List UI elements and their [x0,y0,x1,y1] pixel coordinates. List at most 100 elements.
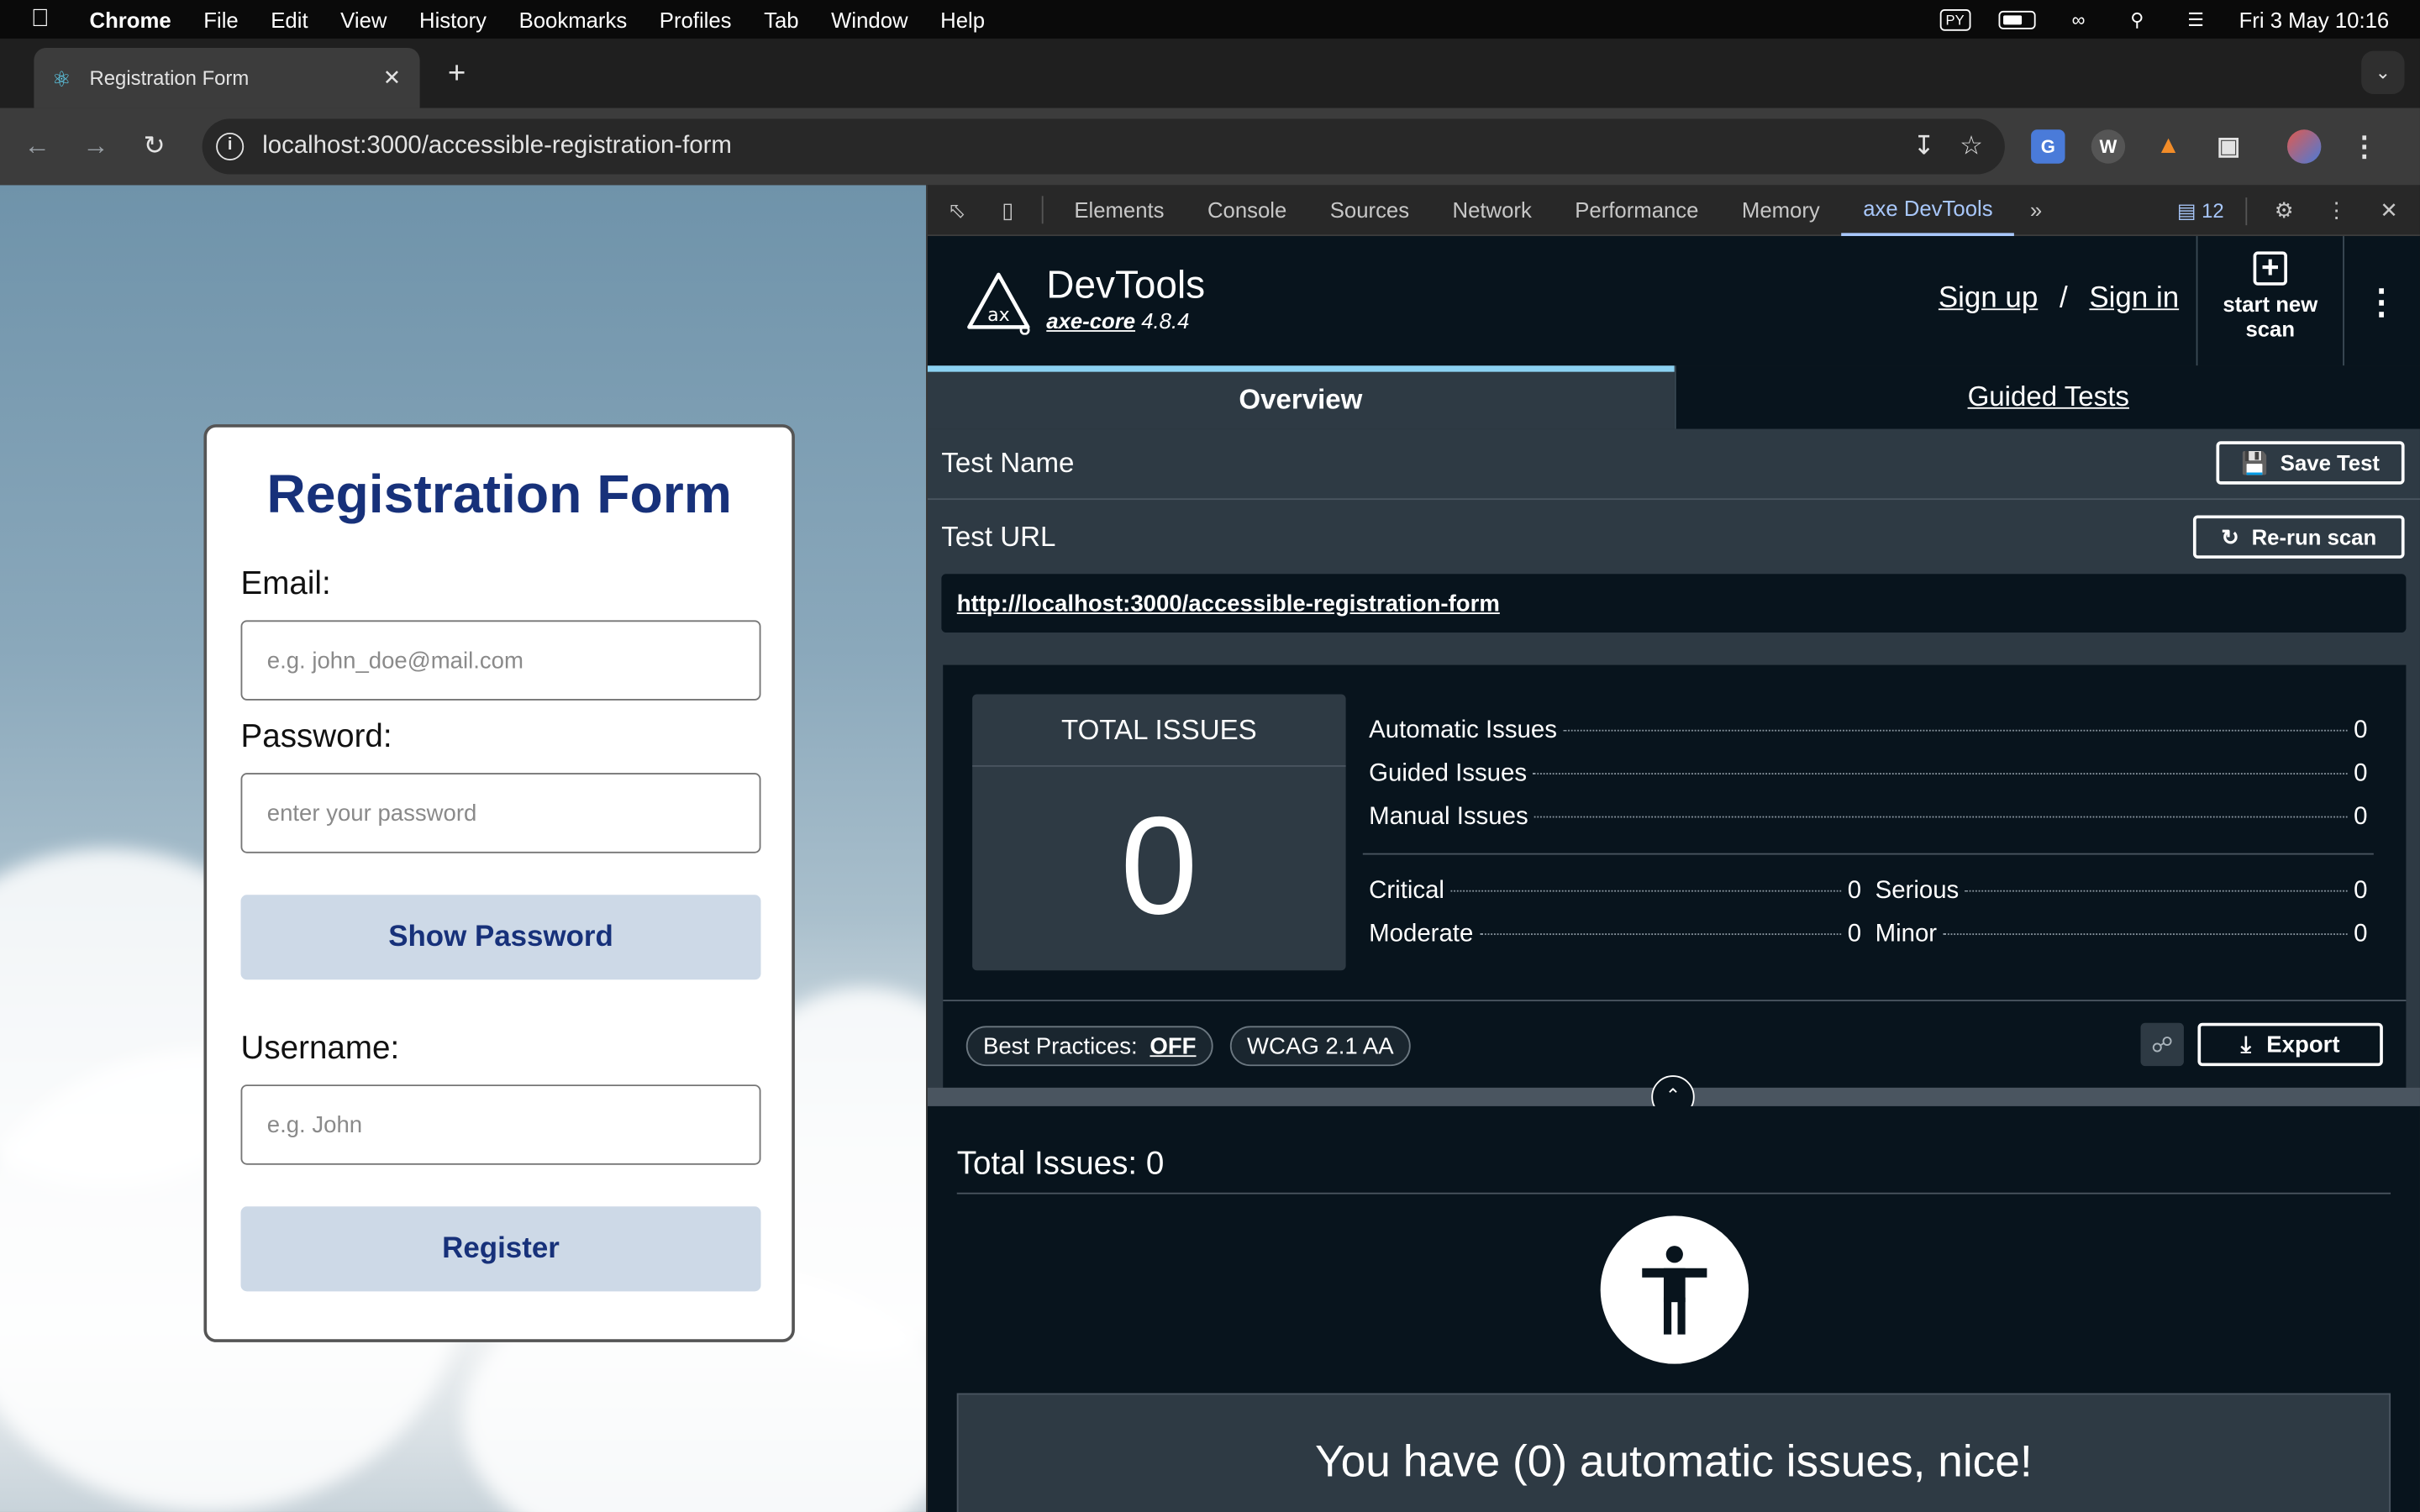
best-practices-toggle[interactable]: Best Practices: OFF [965,1026,1213,1067]
auth-separator: / [2059,282,2068,315]
email-field[interactable]: e.g. john_doe@mail.com [240,620,761,701]
tab-elements[interactable]: Elements [1053,185,1186,235]
tab-console[interactable]: Console [1186,185,1308,235]
add-scan-icon: + [2253,251,2287,286]
tab-overview[interactable]: Overview [927,365,1674,429]
sign-up-link[interactable]: Sign up [1939,282,2038,316]
username-label: Username: [240,1030,400,1067]
wappalyzer-icon[interactable]: W [2091,129,2126,164]
serious-row[interactable]: Serious 0 [1876,878,2368,906]
forward-arrow-icon[interactable]: → [72,123,118,170]
menubar-status-area: PY ∞ ⚲ ☰ Fri 3 May 10:16 [1939,0,2389,39]
issues-badge[interactable]: ▤ 12 [2177,198,2224,223]
extensions-puzzle-icon[interactable]: ▣ [2212,129,2245,163]
export-button[interactable]: ⤓ Export [2197,1022,2383,1067]
guided-issues-row[interactable]: Guided Issues 0 [1369,760,2367,788]
install-app-icon[interactable]: ↧ [1913,131,1935,162]
browser-tab-title: Registration Form [89,66,250,90]
site-info-icon[interactable]: i [216,132,245,161]
menu-edit[interactable]: Edit [271,7,308,31]
minor-value: 0 [2354,921,2368,948]
devtools-tab-bar: ⬁ ▯ Elements Console Sources Network Per… [927,185,2420,237]
no-issues-message: You have (0) automatic issues, nice! [1315,1437,2033,1488]
axe-menu-icon[interactable]: ⋮ [2363,282,2400,323]
axe-core-version: 4.8.4 [1141,308,1190,333]
spotlight-search-icon[interactable]: ⚲ [2122,8,2153,30]
moderate-row[interactable]: Moderate 0 [1369,921,1861,949]
critical-row[interactable]: Critical 0 [1369,878,1861,906]
menu-bookmarks[interactable]: Bookmarks [519,7,628,31]
start-new-scan-label: start new scan [2223,291,2318,341]
menu-file[interactable]: File [203,7,238,31]
sign-in-link[interactable]: Sign in [2089,282,2179,316]
inspect-element-icon[interactable]: ⬁ [941,194,972,225]
menu-view[interactable]: View [340,7,387,31]
settings-gear-icon[interactable]: ⚙ [2269,195,2300,226]
refresh-icon: ↻ [2221,523,2239,549]
menu-tab[interactable]: Tab [764,7,798,31]
back-arrow-icon[interactable]: ← [14,123,60,170]
tab-memory[interactable]: Memory [1720,185,1841,235]
test-url-link[interactable]: http://localhost:3000/accessible-registr… [957,591,1500,617]
total-issues-box: TOTAL ISSUES 0 [972,694,1346,971]
devtools-menu-icon[interactable]: ⋮ [2321,195,2352,226]
more-tabs-chevron-icon[interactable]: » [2021,194,2052,225]
tab-guided-tests[interactable]: Guided Tests [1673,365,2420,429]
device-toolbar-icon[interactable]: ▯ [992,194,1023,225]
tab-performance[interactable]: Performance [1554,185,1721,235]
browser-tab[interactable]: ⚛ Registration Form ✕ [34,47,420,108]
input-source-icon[interactable]: PY [1939,8,1970,30]
rerun-scan-button[interactable]: ↻ Re-run scan [2192,515,2405,559]
axe-version: axe-core 4.8.4 [1046,308,1189,333]
chrome-menu-icon[interactable]: ⋮ [2348,129,2381,163]
share-button[interactable]: ☍ [2140,1022,2184,1067]
serious-label: Serious [1875,878,1960,905]
apple-icon[interactable]:  [31,5,65,33]
profile-avatar[interactable] [2286,129,2322,164]
menu-chrome[interactable]: Chrome [90,7,171,31]
register-button[interactable]: Register [240,1206,761,1292]
start-new-scan-button[interactable]: + start new scan [2196,236,2344,366]
critical-value: 0 [1847,878,1862,905]
toolbar-divider [2245,197,2248,225]
new-tab-icon[interactable]: + [441,57,472,92]
menu-window[interactable]: Window [831,7,908,31]
registration-form: Registration Form Email: e.g. john_doe@m… [203,424,795,1342]
accessibility-person-icon [1600,1215,1749,1364]
automatic-issues-row[interactable]: Automatic Issues 0 [1369,717,2367,745]
automatic-issues-label: Automatic Issues [1369,717,1557,744]
lighthouse-icon[interactable]: ▲ [2151,129,2185,163]
webpage-viewport: Registration Form Email: e.g. john_doe@m… [0,185,927,1512]
address-bar-url[interactable]: localhost:3000/accessible-registration-f… [262,133,732,160]
tab-axe-devtools[interactable]: axe DevTools [1841,185,2015,236]
battery-icon[interactable] [1998,9,2036,29]
username-field[interactable]: e.g. John [240,1084,761,1165]
close-tab-icon[interactable]: ✕ [380,65,404,91]
tab-sources[interactable]: Sources [1308,185,1431,235]
axe-tabs: Overview Guided Tests [927,365,2420,429]
save-test-button[interactable]: 💾 Save Test [2216,441,2405,485]
reload-icon[interactable]: ↻ [131,123,177,170]
axe-core-link[interactable]: axe-core [1046,308,1135,333]
tab-search-chevron-icon[interactable]: ⌄ [2361,50,2405,95]
axe-header: ax DevTools axe-core 4.8.4 Sign up / Sig… [927,236,2420,366]
bookmark-star-icon[interactable]: ☆ [1960,131,1983,162]
control-center-icon[interactable]: ☰ [2181,8,2212,30]
manual-issues-row[interactable]: Manual Issues 0 [1369,804,2367,832]
google-translate-icon[interactable]: G [2031,129,2065,164]
wcag-standard-pill[interactable]: WCAG 2.1 AA [1229,1026,1411,1067]
show-password-button[interactable]: Show Password [240,895,761,980]
best-practices-value: OFF [1150,1032,1197,1059]
devtools-panel: ⬁ ▯ Elements Console Sources Network Per… [926,185,2420,1512]
close-devtools-icon[interactable]: ✕ [2374,195,2405,226]
password-field[interactable]: enter your password [240,773,761,853]
address-bar[interactable]: i localhost:3000/accessible-registration… [202,118,2005,175]
menu-history[interactable]: History [419,7,487,31]
tab-network[interactable]: Network [1431,185,1554,235]
menubar-clock[interactable]: Fri 3 May 10:16 [2239,7,2390,31]
menu-help[interactable]: Help [940,7,985,31]
minor-row[interactable]: Minor 0 [1876,921,2368,949]
link-icon[interactable]: ∞ [2063,8,2094,30]
summary-footer-divider [943,1000,2407,1002]
menu-profiles[interactable]: Profiles [660,7,732,31]
